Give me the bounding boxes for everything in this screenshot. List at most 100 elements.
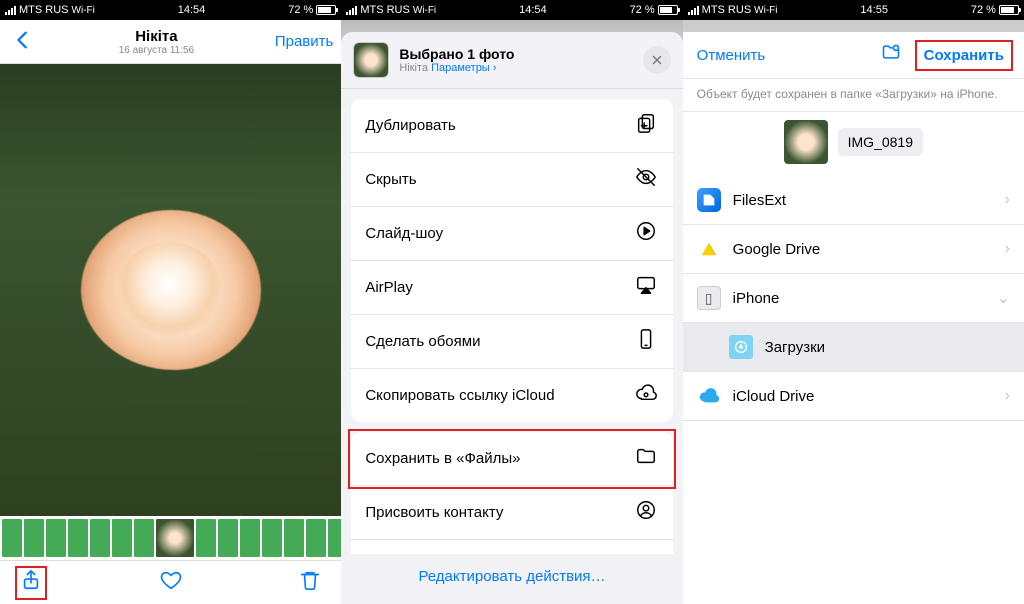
action-row[interactable]: Сделать обоями bbox=[351, 315, 672, 369]
save-info-text: Объект будет сохранен в папке «Загрузки»… bbox=[683, 79, 1024, 112]
cloud-link-icon bbox=[633, 382, 659, 409]
iphone-icon: ▯ bbox=[697, 286, 721, 310]
files-save-sheet: Отменить Сохранить Объект будет сохранен… bbox=[683, 32, 1024, 604]
location-label: Google Drive bbox=[733, 241, 821, 258]
share-sub: Нікіта Параметры › bbox=[399, 62, 514, 74]
action-row[interactable]: Дублировать bbox=[351, 99, 672, 153]
clock: 14:54 bbox=[178, 4, 206, 16]
file-thumb bbox=[784, 120, 828, 164]
new-folder-button[interactable] bbox=[880, 42, 902, 68]
chevron-icon: › bbox=[1005, 387, 1010, 405]
filesext-icon bbox=[697, 188, 721, 212]
location-label: iCloud Drive bbox=[733, 388, 815, 405]
share-footer: Редактировать действия… bbox=[341, 554, 682, 604]
wifi-label: Wi-Fi bbox=[413, 5, 436, 16]
location-row[interactable]: ▯ iPhone ⌄ bbox=[683, 274, 1024, 323]
battery-pct: 72 % bbox=[971, 4, 996, 16]
share-sheet-screen: MTS RUS Wi-Fi 14:54 72 % Выбрано 1 фото … bbox=[341, 0, 682, 604]
action-label: Сохранить в «Файлы» bbox=[365, 450, 520, 467]
back-button[interactable] bbox=[8, 26, 38, 58]
action-label: Скрыть bbox=[365, 171, 416, 188]
action-label: Сделать обоями bbox=[365, 333, 480, 350]
folder-icon bbox=[633, 445, 659, 472]
action-label: Скопировать ссылку iCloud bbox=[365, 387, 554, 404]
location-label: Загрузки bbox=[765, 339, 825, 356]
location-row[interactable]: FilesExt › bbox=[683, 176, 1024, 225]
share-options-link[interactable]: Параметры bbox=[431, 62, 490, 74]
sheet-backdrop bbox=[683, 20, 1024, 32]
wifi-label: Wi-Fi bbox=[72, 5, 95, 16]
action-label: Присвоить контакту bbox=[365, 504, 503, 521]
action-group: Дублировать Скрыть Слайд-шоу AirPlay Сделать… bbox=[351, 99, 672, 422]
cancel-button[interactable]: Отменить bbox=[697, 47, 766, 64]
action-row[interactable]: Слайд-шоу bbox=[351, 207, 672, 261]
location-label: iPhone bbox=[733, 290, 780, 307]
share-sheet: Выбрано 1 фото Нікіта Параметры › Дублир… bbox=[341, 32, 682, 604]
downloads-icon bbox=[729, 335, 753, 359]
share-button[interactable] bbox=[18, 569, 44, 597]
chevron-icon: › bbox=[1005, 191, 1010, 209]
wifi-label: Wi-Fi bbox=[754, 5, 777, 16]
photos-viewer-screen: MTS RUS Wi-Fi 14:54 72 % Нікіта 16 авгус… bbox=[0, 0, 341, 604]
location-label: FilesExt bbox=[733, 192, 786, 209]
action-label: Дублировать bbox=[365, 117, 455, 134]
location-row[interactable]: Google Drive › bbox=[683, 225, 1024, 274]
carrier-label: MTS RUS bbox=[19, 4, 69, 16]
location-row[interactable]: Загрузки bbox=[683, 323, 1024, 372]
airplay-icon bbox=[633, 274, 659, 301]
locations-list: FilesExt › Google Drive › ▯ iPhone ⌄ Загрузки iC… bbox=[683, 176, 1024, 604]
action-group: Сохранить в «Файлы» Присвоить контакту Нап… bbox=[351, 432, 672, 554]
hide-icon bbox=[633, 166, 659, 193]
edit-actions-link[interactable]: Редактировать действия… bbox=[418, 568, 605, 585]
battery-icon bbox=[316, 5, 336, 15]
action-row[interactable]: Сохранить в «Файлы» bbox=[351, 432, 672, 486]
files-header: Отменить Сохранить bbox=[683, 32, 1024, 79]
duplicate-icon bbox=[633, 112, 659, 139]
action-row[interactable]: Присвоить контакту bbox=[351, 486, 672, 540]
file-name-field[interactable]: IMG_0819 bbox=[838, 128, 923, 156]
share-sheet-header: Выбрано 1 фото Нікіта Параметры › bbox=[341, 32, 682, 89]
action-row[interactable]: AirPlay bbox=[351, 261, 672, 315]
share-thumb bbox=[353, 42, 389, 78]
file-preview: IMG_0819 bbox=[683, 112, 1024, 176]
thumbnail-strip[interactable] bbox=[0, 516, 341, 560]
save-button[interactable]: Сохранить bbox=[918, 43, 1010, 68]
battery-pct: 72 % bbox=[630, 4, 655, 16]
action-list[interactable]: Дублировать Скрыть Слайд-шоу AirPlay Сделать… bbox=[341, 89, 682, 554]
chevron-icon: ⌄ bbox=[997, 288, 1010, 308]
delete-button[interactable] bbox=[297, 569, 323, 597]
status-bar: MTS RUS Wi-Fi 14:54 72 % bbox=[0, 0, 341, 20]
status-bar: MTS RUS Wi-Fi 14:55 72 % bbox=[683, 0, 1024, 20]
photo-title: Нікіта bbox=[38, 28, 275, 45]
person-circle-icon bbox=[633, 499, 659, 526]
photo-header: Нікіта 16 августа 11:56 Править bbox=[0, 20, 341, 64]
edit-button[interactable]: Править bbox=[275, 33, 334, 50]
gdrive-icon bbox=[697, 237, 721, 261]
clock: 14:54 bbox=[519, 4, 547, 16]
clock: 14:55 bbox=[860, 4, 888, 16]
cell-signal-icon bbox=[346, 6, 357, 15]
location-row[interactable]: iCloud Drive › bbox=[683, 372, 1024, 421]
photo-content bbox=[81, 210, 261, 370]
favorite-button[interactable] bbox=[158, 569, 184, 597]
action-row[interactable]: Напечатать bbox=[351, 540, 672, 554]
chevron-icon: › bbox=[1005, 240, 1010, 258]
battery-pct: 72 % bbox=[288, 4, 313, 16]
photo-toolbar bbox=[0, 560, 341, 604]
action-label: AirPlay bbox=[365, 279, 413, 296]
battery-icon bbox=[658, 5, 678, 15]
phone-icon bbox=[633, 328, 659, 355]
play-circle-icon bbox=[633, 220, 659, 247]
carrier-label: MTS RUS bbox=[702, 4, 752, 16]
status-bar: MTS RUS Wi-Fi 14:54 72 % bbox=[341, 0, 682, 20]
carrier-label: MTS RUS bbox=[360, 4, 410, 16]
close-button[interactable] bbox=[643, 46, 671, 74]
icloud-icon bbox=[697, 384, 721, 408]
action-row[interactable]: Скрыть bbox=[351, 153, 672, 207]
photo-date: 16 августа 11:56 bbox=[38, 45, 275, 56]
share-title: Выбрано 1 фото bbox=[399, 46, 514, 62]
files-save-screen: MTS RUS Wi-Fi 14:55 72 % Отменить Сохран… bbox=[683, 0, 1024, 604]
action-label: Слайд-шоу bbox=[365, 225, 443, 242]
action-row[interactable]: Скопировать ссылку iCloud bbox=[351, 369, 672, 422]
photo-view[interactable] bbox=[0, 64, 341, 516]
